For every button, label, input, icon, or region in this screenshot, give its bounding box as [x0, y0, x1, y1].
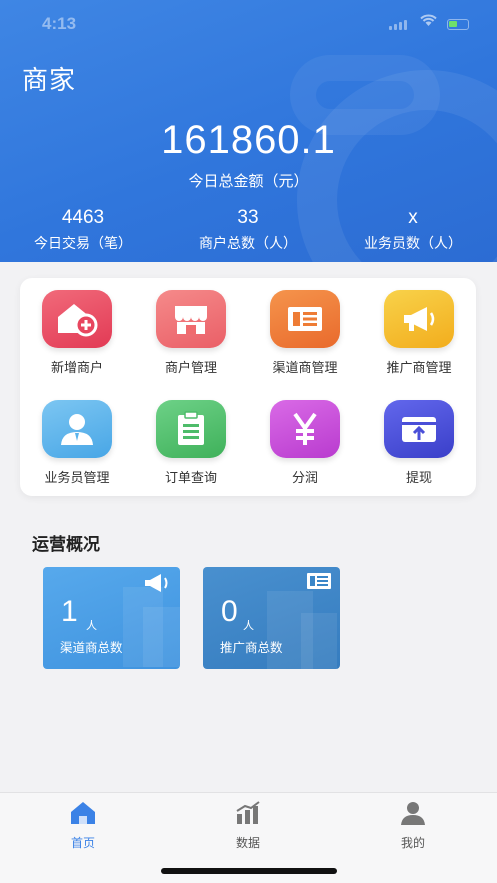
tab-home[interactable]: 首页 [23, 801, 143, 851]
tab-data[interactable]: 数据 [188, 801, 308, 851]
grid-item-salesman-management[interactable]: 业务员管理 [20, 400, 134, 486]
stat-value: 4463 [61, 207, 105, 228]
card-label: 渠道商总数 [60, 641, 123, 655]
grid-item-label: 订单查询 [164, 470, 217, 485]
stat-today-trades: 4463 今日交易（笔） [0, 207, 166, 253]
tab-label: 我的 [400, 836, 425, 850]
battery-icon [447, 19, 469, 30]
home-icon [69, 801, 97, 830]
yen-icon [270, 400, 340, 458]
grid-item-withdraw[interactable]: 提现 [362, 400, 476, 486]
status-bar: 4:13 [0, 0, 497, 48]
grid-item-label: 推广商管理 [386, 360, 452, 375]
grid-item-channel-management[interactable]: 渠道商管理 [248, 290, 362, 376]
tab-label: 首页 [70, 836, 95, 850]
grid-item-label: 渠道商管理 [272, 360, 338, 375]
stat-value: x [408, 207, 418, 228]
total-amount-label: 今日总金额（元） [188, 173, 309, 190]
section-title: 运营概况 [32, 535, 100, 554]
list-icon [270, 290, 340, 348]
stat-salesman-count: x 业务员数（人） [330, 207, 496, 253]
stat-label: 业务员数（人） [364, 235, 462, 251]
card-decoration [143, 607, 180, 667]
add-store-icon [42, 290, 112, 348]
stat-value: 33 [237, 207, 259, 228]
megaphone-icon [142, 572, 172, 599]
grid-item-label: 业务员管理 [44, 470, 110, 485]
grid-item-profit-sharing[interactable]: 分润 [248, 400, 362, 486]
status-time: 4:13 [42, 14, 77, 33]
withdraw-icon [384, 400, 454, 458]
signal-icon [389, 20, 407, 30]
tab-mine[interactable]: 我的 [353, 801, 473, 851]
grid-item-merchant-management[interactable]: 商户管理 [134, 290, 248, 376]
card-unit: 人 [243, 620, 254, 632]
card-unit: 人 [86, 620, 97, 632]
wifi-icon [420, 14, 437, 32]
person-icon [42, 400, 112, 458]
tab-label: 数据 [235, 836, 260, 850]
grid-item-label: 分润 [291, 470, 318, 485]
stat-merchant-count: 33 商户总数（人） [165, 207, 331, 253]
card-decoration [301, 613, 337, 669]
card-label: 推广商总数 [220, 641, 283, 655]
function-grid: 新增商户 商户管理 渠道商管理 推广商管理 业务员管理 订单查询 分润 提现 [20, 278, 476, 496]
grid-item-label: 商户管理 [164, 360, 217, 375]
stat-label: 今日交易（笔） [34, 235, 132, 251]
store-icon [156, 290, 226, 348]
grid-item-label: 提现 [405, 470, 432, 485]
user-icon [399, 801, 427, 830]
home-indicator[interactable] [161, 868, 337, 874]
grid-item-order-query[interactable]: 订单查询 [134, 400, 248, 486]
card-value: 0 [221, 595, 238, 628]
total-amount: 161860.1 [161, 118, 336, 162]
grid-item-label: 新增商户 [50, 360, 103, 375]
stat-label: 商户总数（人） [199, 235, 297, 251]
card-value: 1 [61, 595, 78, 628]
page-title: 商家 [22, 65, 77, 95]
megaphone-icon [384, 290, 454, 348]
clipboard-icon [156, 400, 226, 458]
channel-count-card[interactable]: 1 人 渠道商总数 [43, 567, 180, 669]
grid-item-promoter-management[interactable]: 推广商管理 [362, 290, 476, 376]
grid-item-add-merchant[interactable]: 新增商户 [20, 290, 134, 376]
list-icon [306, 572, 332, 595]
bar-chart-icon [234, 801, 262, 830]
promoter-count-card[interactable]: 0 人 推广商总数 [203, 567, 340, 669]
